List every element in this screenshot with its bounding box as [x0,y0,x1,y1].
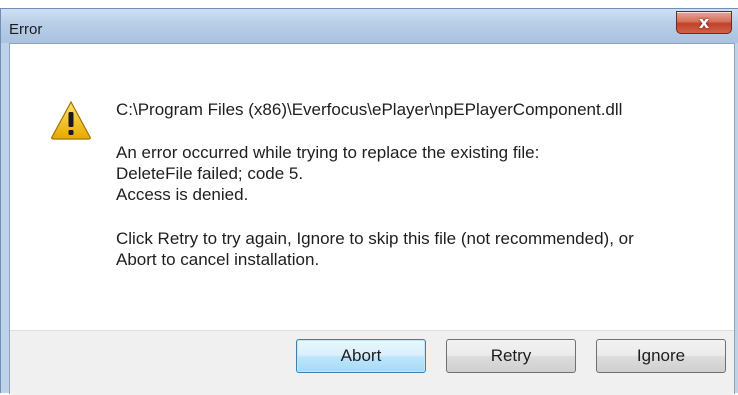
close-icon: x [698,13,710,32]
warning-icon [51,100,91,140]
error-line-2: DeleteFile failed; code 5. [116,164,304,183]
window-title: Error [9,21,43,38]
abort-button[interactable]: Abort [296,339,426,373]
desktop-background [0,0,738,8]
instruction-line-1: Click Retry to try again, Ignore to skip… [116,229,634,248]
retry-button[interactable]: Retry [446,339,576,373]
message-area: C:\Program Files (x86)\Everfocus\ePlayer… [10,44,734,330]
error-dialog: Error x C:\Program Files (x86)\Everfocus… [0,8,738,395]
file-path-text: C:\Program Files (x86)\Everfocus\ePlayer… [116,100,623,119]
instruction-line-2: Abort to cancel installation. [116,250,320,269]
dialog-body: C:\Program Files (x86)\Everfocus\ePlayer… [9,43,735,395]
error-line-3: Access is denied. [116,185,249,204]
ignore-button[interactable]: Ignore [596,339,726,373]
close-button[interactable]: x [676,11,732,34]
button-bar: Abort Retry Ignore [10,330,734,395]
error-line-1: An error occurred while trying to replac… [116,143,540,162]
title-bar[interactable]: Error x [1,9,738,43]
